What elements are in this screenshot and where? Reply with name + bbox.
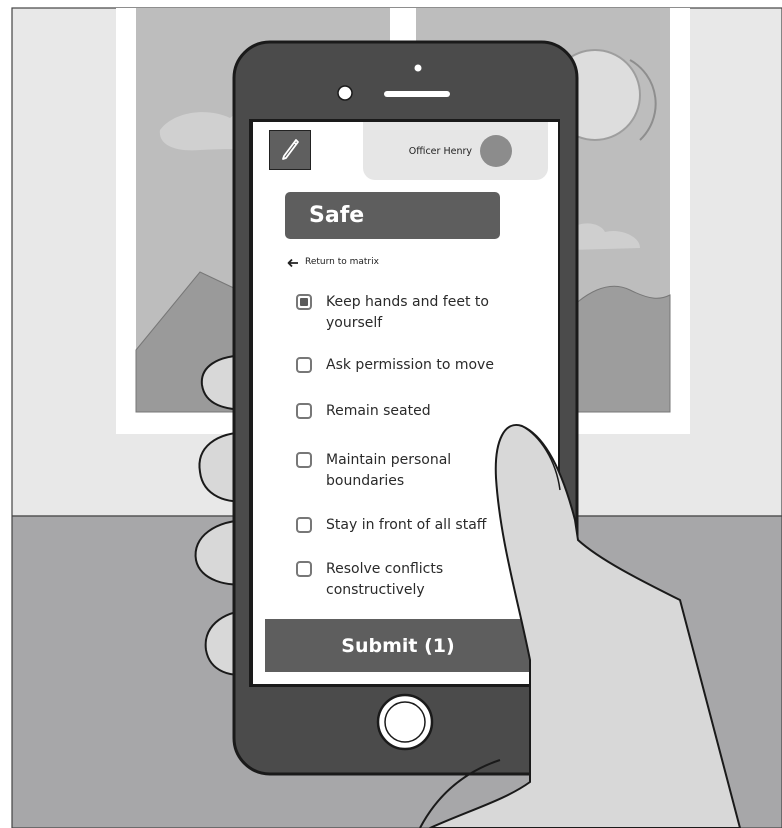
home-button-icon bbox=[376, 693, 434, 751]
behavior-option[interactable]: Keep hands and feet to yourself bbox=[296, 292, 541, 334]
app-screen: Officer Henry Safe Return to matrix Keep… bbox=[253, 122, 558, 684]
checkbox[interactable] bbox=[296, 561, 312, 577]
checkbox-checked[interactable] bbox=[296, 294, 312, 310]
checkbox[interactable] bbox=[296, 357, 312, 373]
behavior-option[interactable]: Resolve conflicts constructively bbox=[296, 559, 541, 601]
checkbox[interactable] bbox=[296, 517, 312, 533]
behavior-label: Keep hands and feet to yourself bbox=[326, 294, 489, 331]
arrow-left-icon bbox=[287, 253, 299, 272]
behavior-option[interactable]: Maintain personal boundaries bbox=[296, 450, 541, 492]
earpiece-icon bbox=[384, 91, 450, 97]
behavior-option[interactable]: Remain seated bbox=[296, 401, 541, 422]
officer-profile[interactable]: Officer Henry bbox=[363, 122, 548, 180]
behavior-label: Resolve conflicts constructively bbox=[326, 561, 444, 598]
behavior-label: Remain seated bbox=[326, 403, 431, 419]
behavior-option[interactable]: Ask permission to move bbox=[296, 355, 541, 376]
edit-button[interactable] bbox=[269, 130, 311, 170]
return-to-matrix-label: Return to matrix bbox=[305, 257, 379, 267]
return-to-matrix-link[interactable]: Return to matrix bbox=[287, 255, 379, 269]
behavior-label: Maintain personal boundaries bbox=[326, 452, 452, 489]
checkbox[interactable] bbox=[296, 452, 312, 468]
behavior-label: Ask permission to move bbox=[326, 357, 494, 373]
submit-button[interactable]: Submit (1) bbox=[265, 619, 531, 672]
behavior-label: Stay in front of all staff bbox=[326, 517, 487, 533]
behavior-option[interactable]: Stay in front of all staff bbox=[296, 515, 541, 536]
avatar bbox=[480, 135, 512, 167]
officer-name: Officer Henry bbox=[408, 145, 472, 157]
category-title: Safe bbox=[285, 192, 500, 239]
front-camera-icon bbox=[337, 85, 353, 101]
checkbox[interactable] bbox=[296, 403, 312, 419]
pencil-icon bbox=[277, 135, 303, 165]
